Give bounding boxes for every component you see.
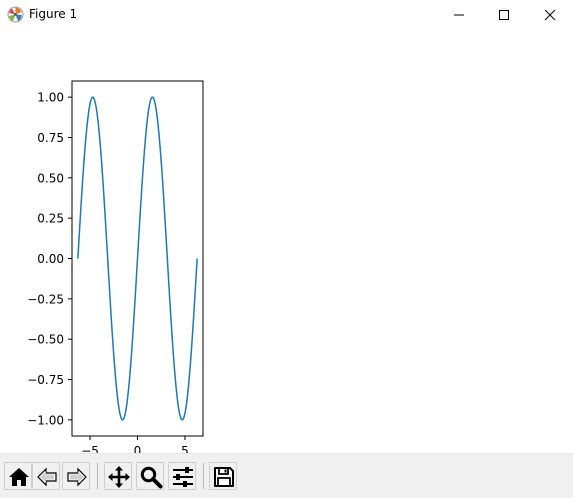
window-title: Figure 1 [29, 7, 78, 21]
zoom-button[interactable] [136, 462, 164, 490]
floppy-disk-icon [214, 467, 234, 487]
figure-window: Figure 1 1.00 0.75 0.50 0.25 0.00 −0.25 −0.50 −… [0, 0, 573, 498]
close-button[interactable] [527, 0, 573, 30]
forward-button[interactable] [62, 462, 90, 490]
title-bar[interactable]: Figure 1 [0, 0, 573, 30]
back-button[interactable] [32, 462, 60, 490]
y-tick-label: −0.25 [27, 292, 64, 306]
y-tick-label: 1.00 [37, 91, 64, 105]
y-tick-label: −0.75 [27, 373, 64, 387]
move-icon [108, 466, 130, 488]
home-icon [9, 468, 29, 486]
subplots-button[interactable] [168, 462, 196, 490]
navigation-toolbar [0, 453, 573, 498]
y-tick-label: 0.25 [37, 212, 64, 226]
y-tick-label: 0.50 [37, 171, 64, 185]
figure-canvas[interactable]: 1.00 0.75 0.50 0.25 0.00 −0.25 −0.50 −0.75 −1.00… [0, 30, 573, 453]
maximize-icon [499, 10, 509, 20]
back-arrow-icon [37, 467, 57, 487]
home-button[interactable] [4, 462, 32, 490]
minimize-button[interactable] [436, 0, 482, 30]
x-axis: −5 0 5 [81, 436, 189, 453]
x-tick-label: 5 [181, 444, 189, 453]
y-tick-label: 0.00 [37, 252, 64, 266]
close-icon [544, 9, 556, 21]
magnifier-icon [140, 466, 163, 489]
x-tick-label: −5 [81, 444, 99, 453]
y-tick-label: −1.00 [27, 413, 64, 427]
minimize-icon [454, 14, 464, 16]
sliders-icon [173, 467, 193, 487]
x-tick-label: 0 [134, 444, 142, 453]
forward-arrow-icon [67, 467, 87, 487]
y-tick-label: −0.50 [27, 333, 64, 347]
maximize-button[interactable] [481, 0, 527, 30]
matplotlib-icon [7, 6, 24, 23]
y-tick-label: 0.75 [37, 131, 64, 145]
toolbar-separator [97, 463, 98, 489]
line-chart: 1.00 0.75 0.50 0.25 0.00 −0.25 −0.50 −0.75 −1.00… [27, 80, 204, 453]
save-button[interactable] [209, 462, 237, 490]
toolbar-separator [203, 463, 204, 489]
pan-button[interactable] [104, 462, 132, 490]
y-axis: 1.00 0.75 0.50 0.25 0.00 −0.25 −0.50 −0.75 −1.00 [27, 91, 72, 427]
